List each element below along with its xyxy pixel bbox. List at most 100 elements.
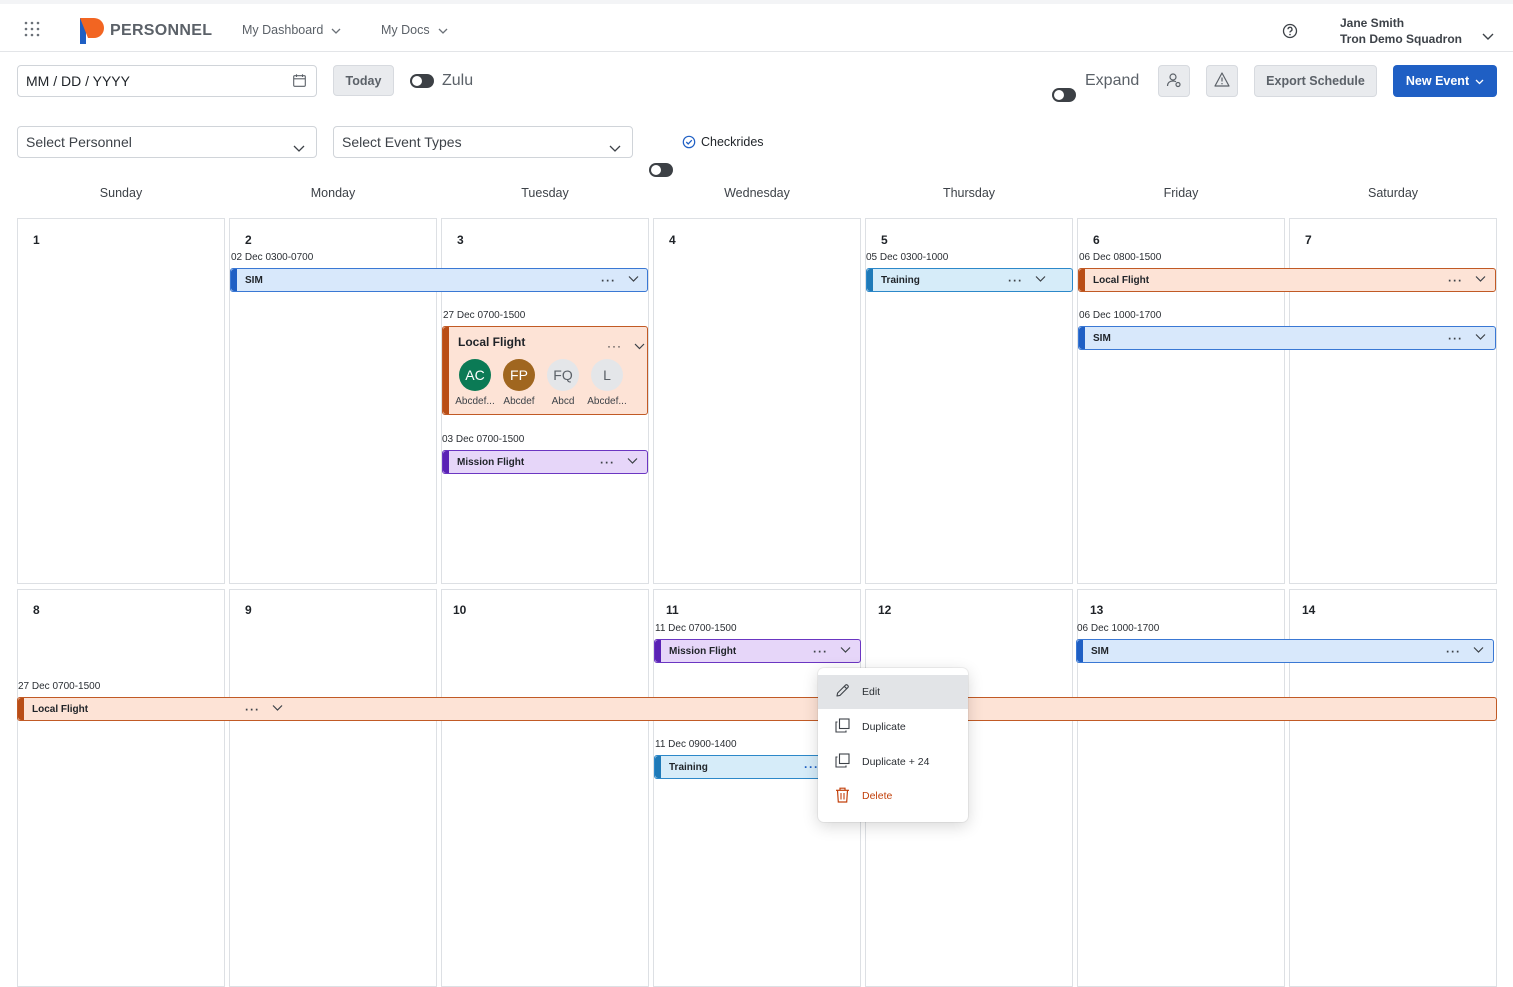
duplicate-icon (835, 753, 850, 771)
date-input[interactable]: MM / DD / YYYY (17, 65, 317, 97)
checkrides-toggle[interactable] (649, 163, 673, 177)
day-cell[interactable] (441, 589, 649, 987)
chevron-down-icon[interactable] (1482, 27, 1494, 45)
event-time: 05 Dec 0300-1000 (866, 252, 949, 263)
avatar[interactable]: L (591, 359, 623, 391)
duplicate-icon (835, 718, 850, 736)
nav-my-dashboard[interactable]: My Dashboard (242, 23, 341, 37)
event-time: 06 Dec 1000-1700 (1079, 310, 1162, 321)
day-cell[interactable] (17, 589, 225, 987)
more-options-icon[interactable]: ··· (600, 456, 615, 468)
more-options-icon[interactable]: ··· (607, 340, 622, 352)
attendee-name: Abcdef... (587, 396, 627, 407)
chevron-down-icon[interactable] (272, 704, 283, 715)
day-number: 1 (33, 233, 40, 247)
pencil-icon (835, 683, 850, 701)
event-training[interactable]: Training ··· (866, 268, 1073, 292)
day-number: 12 (878, 603, 892, 617)
more-options-icon[interactable]: ··· (601, 274, 616, 286)
weekday-monday: Monday (310, 186, 356, 200)
nav-label: My Dashboard (242, 23, 324, 37)
weekday-saturday: Saturday (1367, 186, 1419, 200)
event-accent (18, 698, 24, 720)
weekday-sunday: Sunday (99, 186, 143, 200)
top-navigation-bar: PERSONNEL My Dashboard My Docs Jane Smit… (0, 4, 1513, 52)
event-accent (443, 451, 449, 473)
day-number: 3 (457, 233, 464, 247)
more-options-icon[interactable]: ··· (804, 761, 819, 773)
chevron-down-icon[interactable] (1035, 275, 1046, 286)
event-local-flight-card[interactable]: Local Flight ··· AC FP FQ L Abcdef... Ab… (442, 326, 648, 415)
day-number: 2 (245, 233, 252, 247)
chevron-down-icon[interactable] (1475, 275, 1486, 286)
event-context-menu: Edit Duplicate Duplicate + 24 Delete (818, 668, 968, 822)
day-number: 10 (453, 603, 467, 617)
more-options-icon[interactable]: ··· (1448, 332, 1463, 344)
brand-logo-icon[interactable] (80, 16, 104, 49)
assign-personnel-button[interactable] (1158, 65, 1190, 97)
chevron-down-icon[interactable] (627, 457, 638, 468)
event-mission-flight[interactable]: Mission Flight ··· (654, 639, 861, 663)
checkrides-label: Checkrides (701, 135, 764, 149)
alerts-button[interactable] (1206, 65, 1238, 97)
chevron-down-icon[interactable] (1473, 646, 1484, 657)
new-event-button[interactable]: New Event (1393, 65, 1497, 97)
chevron-down-icon[interactable] (1475, 333, 1486, 344)
event-accent (1077, 640, 1083, 662)
day-number: 8 (33, 603, 40, 617)
chevron-down-icon (1475, 74, 1484, 88)
event-sim[interactable]: SIM ··· (230, 268, 648, 292)
avatar[interactable]: AC (459, 359, 491, 391)
grid-icon[interactable] (24, 21, 40, 42)
event-types-select[interactable]: Select Event Types (333, 126, 633, 158)
help-circle-icon[interactable] (1282, 23, 1298, 44)
day-cell[interactable] (653, 218, 861, 584)
event-sim[interactable]: SIM ··· (1078, 326, 1496, 350)
weekday-friday: Friday (1163, 186, 1199, 200)
event-accent (867, 269, 873, 291)
personnel-select[interactable]: Select Personnel (17, 126, 317, 158)
chevron-down-icon (438, 23, 448, 37)
user-unit: Tron Demo Squadron (1340, 32, 1463, 46)
day-cell[interactable] (229, 589, 437, 987)
day-cell[interactable] (17, 218, 225, 584)
attendee-name: Abcdef (503, 396, 535, 407)
event-accent (655, 640, 661, 662)
menu-item-duplicate-24[interactable]: Duplicate + 24 (818, 745, 968, 779)
more-options-icon[interactable]: ··· (1008, 274, 1023, 286)
chevron-down-icon[interactable] (628, 275, 639, 286)
day-number: 7 (1305, 233, 1312, 247)
more-options-icon[interactable]: ··· (245, 703, 260, 715)
event-sim[interactable]: SIM ··· (1076, 639, 1494, 663)
event-mission-flight[interactable]: Mission Flight ··· (442, 450, 648, 474)
today-button[interactable]: Today (333, 65, 394, 96)
chevron-down-icon[interactable] (634, 337, 645, 355)
menu-item-delete[interactable]: Delete (818, 779, 968, 813)
event-controls: ··· (804, 761, 819, 773)
export-schedule-button[interactable]: Export Schedule (1254, 65, 1377, 97)
menu-item-duplicate[interactable]: Duplicate (818, 710, 968, 744)
avatar[interactable]: FQ (547, 359, 579, 391)
event-controls: ··· (1446, 645, 1484, 657)
more-options-icon[interactable]: ··· (1446, 645, 1461, 657)
zulu-toggle[interactable] (410, 74, 434, 88)
chevron-down-icon[interactable] (840, 646, 851, 657)
user-menu[interactable]: Jane Smith Tron Demo Squadron (1340, 15, 1462, 47)
expand-toggle[interactable] (1052, 88, 1076, 102)
event-title: SIM (1091, 645, 1109, 657)
menu-item-edit[interactable]: Edit (818, 675, 968, 709)
avatar[interactable]: FP (503, 359, 535, 391)
chevron-down-icon (331, 23, 341, 37)
event-local-flight[interactable]: Local Flight ··· (17, 697, 1497, 721)
more-options-icon[interactable]: ··· (1448, 274, 1463, 286)
more-options-icon[interactable]: ··· (813, 645, 828, 657)
expand-label: Expand (1085, 72, 1140, 89)
weekday-wednesday: Wednesday (724, 186, 790, 200)
calendar-icon[interactable] (293, 74, 306, 92)
event-time: 11 Dec 0900-1400 (655, 739, 737, 750)
nav-my-docs[interactable]: My Docs (381, 23, 448, 37)
user-settings-icon (1166, 72, 1182, 91)
personnel-select-placeholder: Select Personnel (26, 134, 132, 150)
event-local-flight[interactable]: Local Flight ··· (1078, 268, 1496, 292)
event-title: Local Flight (32, 703, 89, 715)
